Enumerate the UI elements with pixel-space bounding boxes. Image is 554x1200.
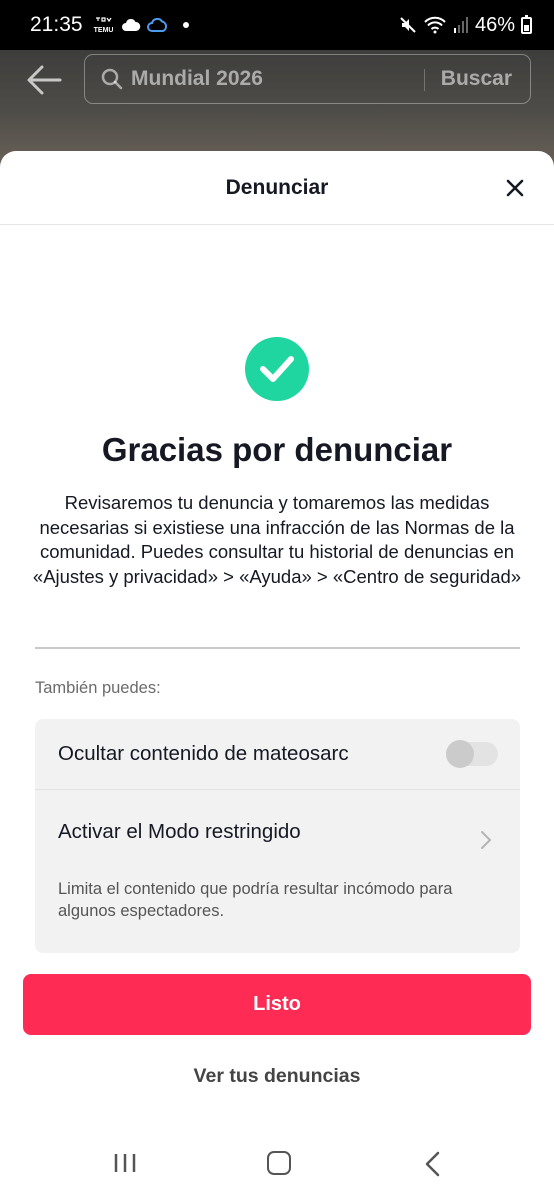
hide-content-toggle[interactable] [446, 740, 498, 768]
restricted-mode-label: Activar el Modo restringido [58, 820, 301, 843]
search-divider [424, 69, 425, 91]
restricted-mode-description: Limita el contenido que podría resultar … [58, 880, 453, 920]
back-arrow-icon[interactable] [26, 64, 62, 96]
restricted-mode-row[interactable]: Activar el Modo restringido Limita el co… [35, 790, 520, 922]
sheet-title: Denunciar [225, 175, 329, 199]
success-check-icon [245, 337, 309, 401]
also-label: También puedes: [35, 679, 161, 697]
hide-content-row[interactable]: Ocultar contenido de mateosarc [35, 719, 520, 790]
divider [35, 647, 520, 649]
sheet-header: Denunciar [0, 151, 554, 225]
status-bar: 21:35 TEMU 46% [0, 0, 554, 50]
chevron-right-icon [481, 831, 492, 849]
search-bar[interactable]: Mundial 2026 Buscar [84, 54, 531, 104]
report-sheet: Denunciar Gracias por denunciar Revisare… [0, 151, 554, 1200]
battery-percent: 46% [474, 13, 515, 36]
cloud-icon [121, 18, 140, 31]
mute-icon [400, 17, 416, 33]
signal-icon [453, 17, 468, 33]
search-query[interactable]: Mundial 2026 [131, 67, 263, 91]
done-button[interactable]: Listo [23, 974, 531, 1035]
toggle-knob [446, 740, 474, 768]
temu-icon: TEMU [93, 16, 115, 34]
system-nav-bar [0, 1130, 554, 1200]
recent-apps-icon[interactable] [112, 1152, 138, 1174]
onedrive-icon [146, 18, 167, 32]
nav-back-icon[interactable] [424, 1151, 442, 1177]
thanks-description: Revisaremos tu denuncia y tomaremos las … [32, 492, 522, 587]
dot-icon [182, 22, 189, 28]
home-icon[interactable] [267, 1151, 291, 1175]
notification-icons: TEMU [93, 16, 189, 34]
status-time: 21:35 [30, 13, 83, 36]
close-icon[interactable] [504, 177, 526, 199]
search-button[interactable]: Buscar [441, 67, 512, 91]
thanks-heading: Gracias por denunciar [101, 431, 453, 468]
hide-content-label: Ocultar contenido de mateosarc [58, 742, 349, 765]
view-reports-link[interactable]: Ver tus denuncias [0, 1065, 554, 1088]
options-card: Ocultar contenido de mateosarc Activar e… [35, 719, 520, 953]
search-icon [101, 68, 123, 90]
wifi-icon [424, 16, 446, 34]
battery-icon [521, 14, 532, 34]
